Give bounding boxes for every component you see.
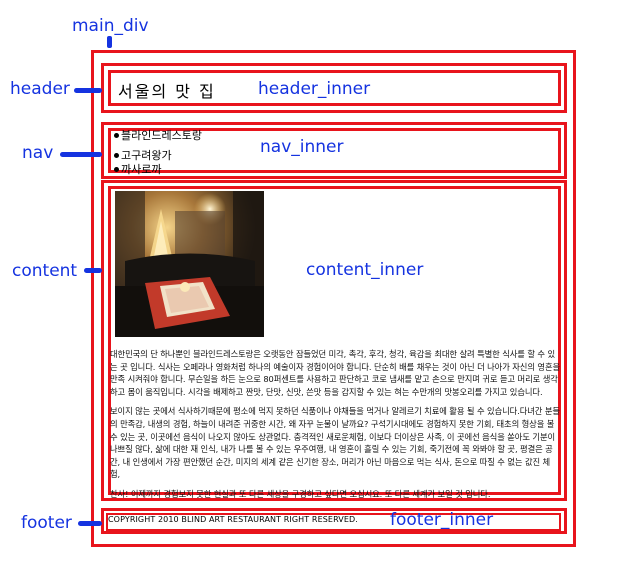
nav-item-goguryeo[interactable]: 고구려왕가 [114,149,202,162]
main-div-label: main_div [72,16,149,36]
content-text: 대한민국의 단 하나뿐인 블라인드레스토랑은 오랫동안 잠들었던 미각, 촉각,… [110,348,560,508]
header-pointer [74,88,102,93]
content-paragraph-1: 대한민국의 단 하나뿐인 블라인드레스토랑은 오랫동안 잠들었던 미각, 촉각,… [110,349,561,397]
nav-item-blind-restaurant[interactable]: 블라인드레스토랑 [114,129,202,142]
nav-item-label: 까사로까 [121,163,162,176]
nav-item-label: 고구려왕가 [121,149,172,162]
nav-item-label: 블라인드레스토랑 [121,129,202,142]
footer-label: footer [21,513,72,533]
restaurant-photo-drawing [115,191,264,337]
nav-pointer [60,152,102,157]
nav-label: nav [22,143,54,163]
header-title: 서울의 맛 집 [118,82,216,101]
nav-inner-label: nav_inner [260,137,344,157]
footer-inner-label: footer_inner [390,510,494,530]
bullet-icon [114,167,119,172]
content-pointer [84,268,102,273]
footer-text: COPYRIGHT 2010 BLIND ART RESTAURANT RIGH… [108,515,358,524]
main-div-pointer [107,36,112,48]
content-inner-label: content_inner [306,260,424,280]
restaurant-photo [115,191,264,337]
footer-pointer [78,521,102,526]
nav-list: 블라인드레스토랑 고구려왕가 까사로까 [114,129,202,176]
content-paragraph-2: 보이지 않는 곳에서 식사하기때문에 평소에 먹지 못하던 식품이나 야채들을 … [110,406,560,480]
content-label: content [12,261,78,281]
header-label: header [10,79,70,99]
bullet-icon [114,153,119,158]
header-inner-label: header_inner [258,79,371,99]
bullet-icon [114,133,119,138]
nav-item-casa-loca[interactable]: 까사로까 [114,163,202,176]
content-paragraph-3: 찬사! 이제까지 경험보지 못한 현실과 또 다른 세상을 구경하고 싶다면 오… [110,488,491,499]
